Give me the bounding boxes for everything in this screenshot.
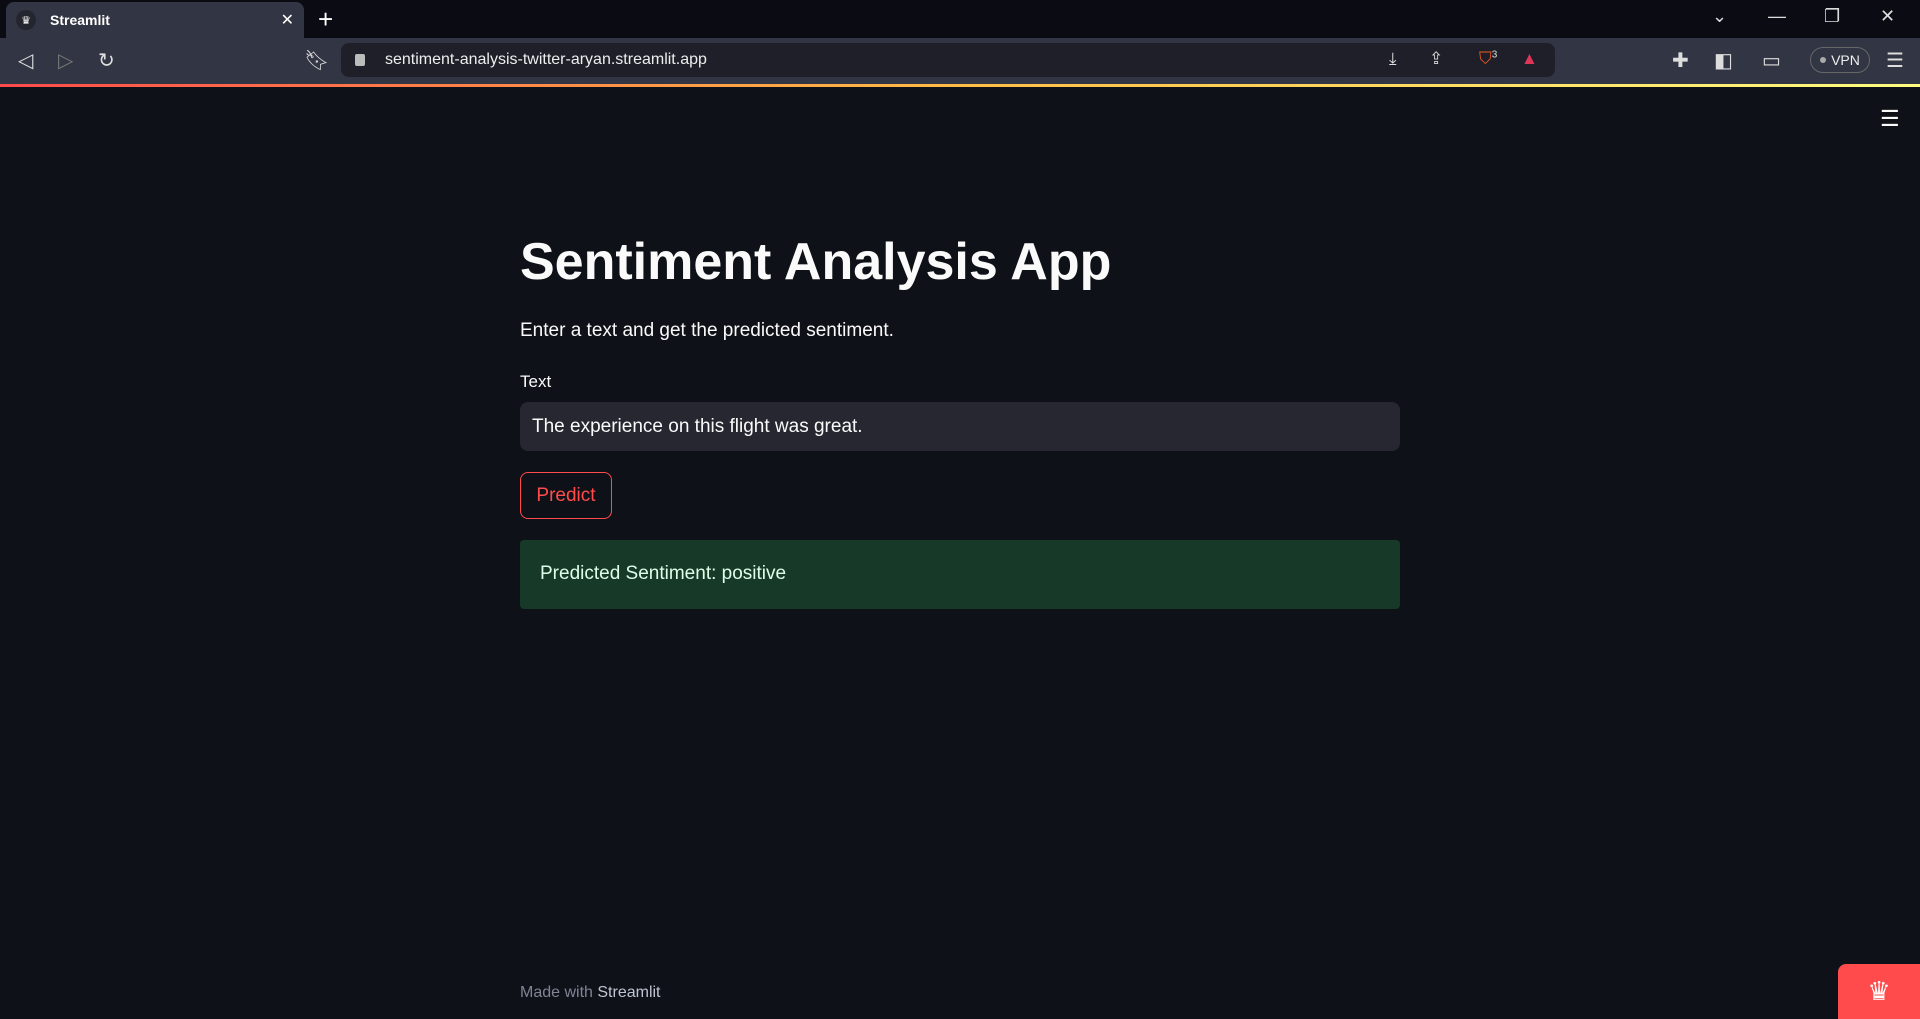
extensions-icon[interactable]: ✚	[1672, 48, 1689, 73]
brave-rewards-icon[interactable]: ▲	[1521, 49, 1538, 69]
install-icon[interactable]: ⤓	[1389, 49, 1397, 69]
prediction-result: Predicted Sentiment: positive	[520, 540, 1400, 609]
brave-shields-icon[interactable]: ⛉3	[1479, 49, 1497, 69]
footer-prefix: Made with	[520, 984, 593, 1001]
crown-icon: ♛	[1867, 976, 1891, 1006]
text-input[interactable]	[520, 402, 1400, 451]
browser-toolbar: ◁ ▷ ↻ 🔖︎ sentiment-analysis-twitter-arya…	[0, 38, 1920, 84]
predict-button[interactable]: Predict	[520, 472, 612, 519]
url-text: sentiment-analysis-twitter-aryan.streaml…	[385, 51, 707, 68]
restore-icon[interactable]: ❐	[1824, 6, 1840, 27]
vpn-label: VPN	[1831, 52, 1860, 68]
footer: Made with Streamlit	[520, 984, 661, 1002]
streamlit-link[interactable]: Streamlit	[597, 984, 660, 1001]
streamlit-badge-button[interactable]: ♛	[1838, 964, 1920, 1019]
forward-icon[interactable]: ▷	[58, 48, 73, 73]
new-tab-icon[interactable]: +	[318, 4, 333, 35]
wallet-icon[interactable]: ▭	[1762, 48, 1781, 73]
shields-count: 3	[1491, 49, 1498, 61]
text-input-label: Text	[520, 372, 552, 391]
tab-title: Streamlit	[50, 12, 110, 28]
share-icon[interactable]: ⇪	[1429, 49, 1443, 69]
browser-menu-icon[interactable]: ☰	[1886, 48, 1904, 73]
page-subtitle: Enter a text and get the predicted senti…	[520, 320, 894, 341]
tab-search-chevron-icon[interactable]: ⌄	[1712, 6, 1727, 27]
loading-accent-bar	[0, 84, 1920, 87]
streamlit-favicon-icon: ♛	[16, 10, 36, 30]
sidebar-icon[interactable]: ◧	[1714, 48, 1733, 73]
reload-icon[interactable]: ↻	[98, 48, 115, 73]
page-title: Sentiment Analysis App	[520, 233, 1112, 291]
minimize-icon[interactable]: —	[1768, 6, 1786, 27]
address-bar[interactable]: sentiment-analysis-twitter-aryan.streaml…	[341, 43, 1555, 77]
back-icon[interactable]: ◁	[18, 48, 33, 73]
lock-icon	[355, 54, 365, 66]
close-window-icon[interactable]: ✕	[1880, 6, 1895, 27]
close-tab-icon[interactable]: ✕	[281, 10, 294, 30]
browser-tab[interactable]: ♛ Streamlit ✕	[6, 2, 304, 38]
tab-bar: ♛ Streamlit ✕ + ⌄ — ❐ ✕	[0, 0, 1920, 38]
vpn-button[interactable]: VPN	[1810, 47, 1870, 73]
bookmark-icon[interactable]: 🔖︎	[304, 48, 329, 73]
app-menu-icon[interactable]: ☰	[1880, 106, 1900, 132]
